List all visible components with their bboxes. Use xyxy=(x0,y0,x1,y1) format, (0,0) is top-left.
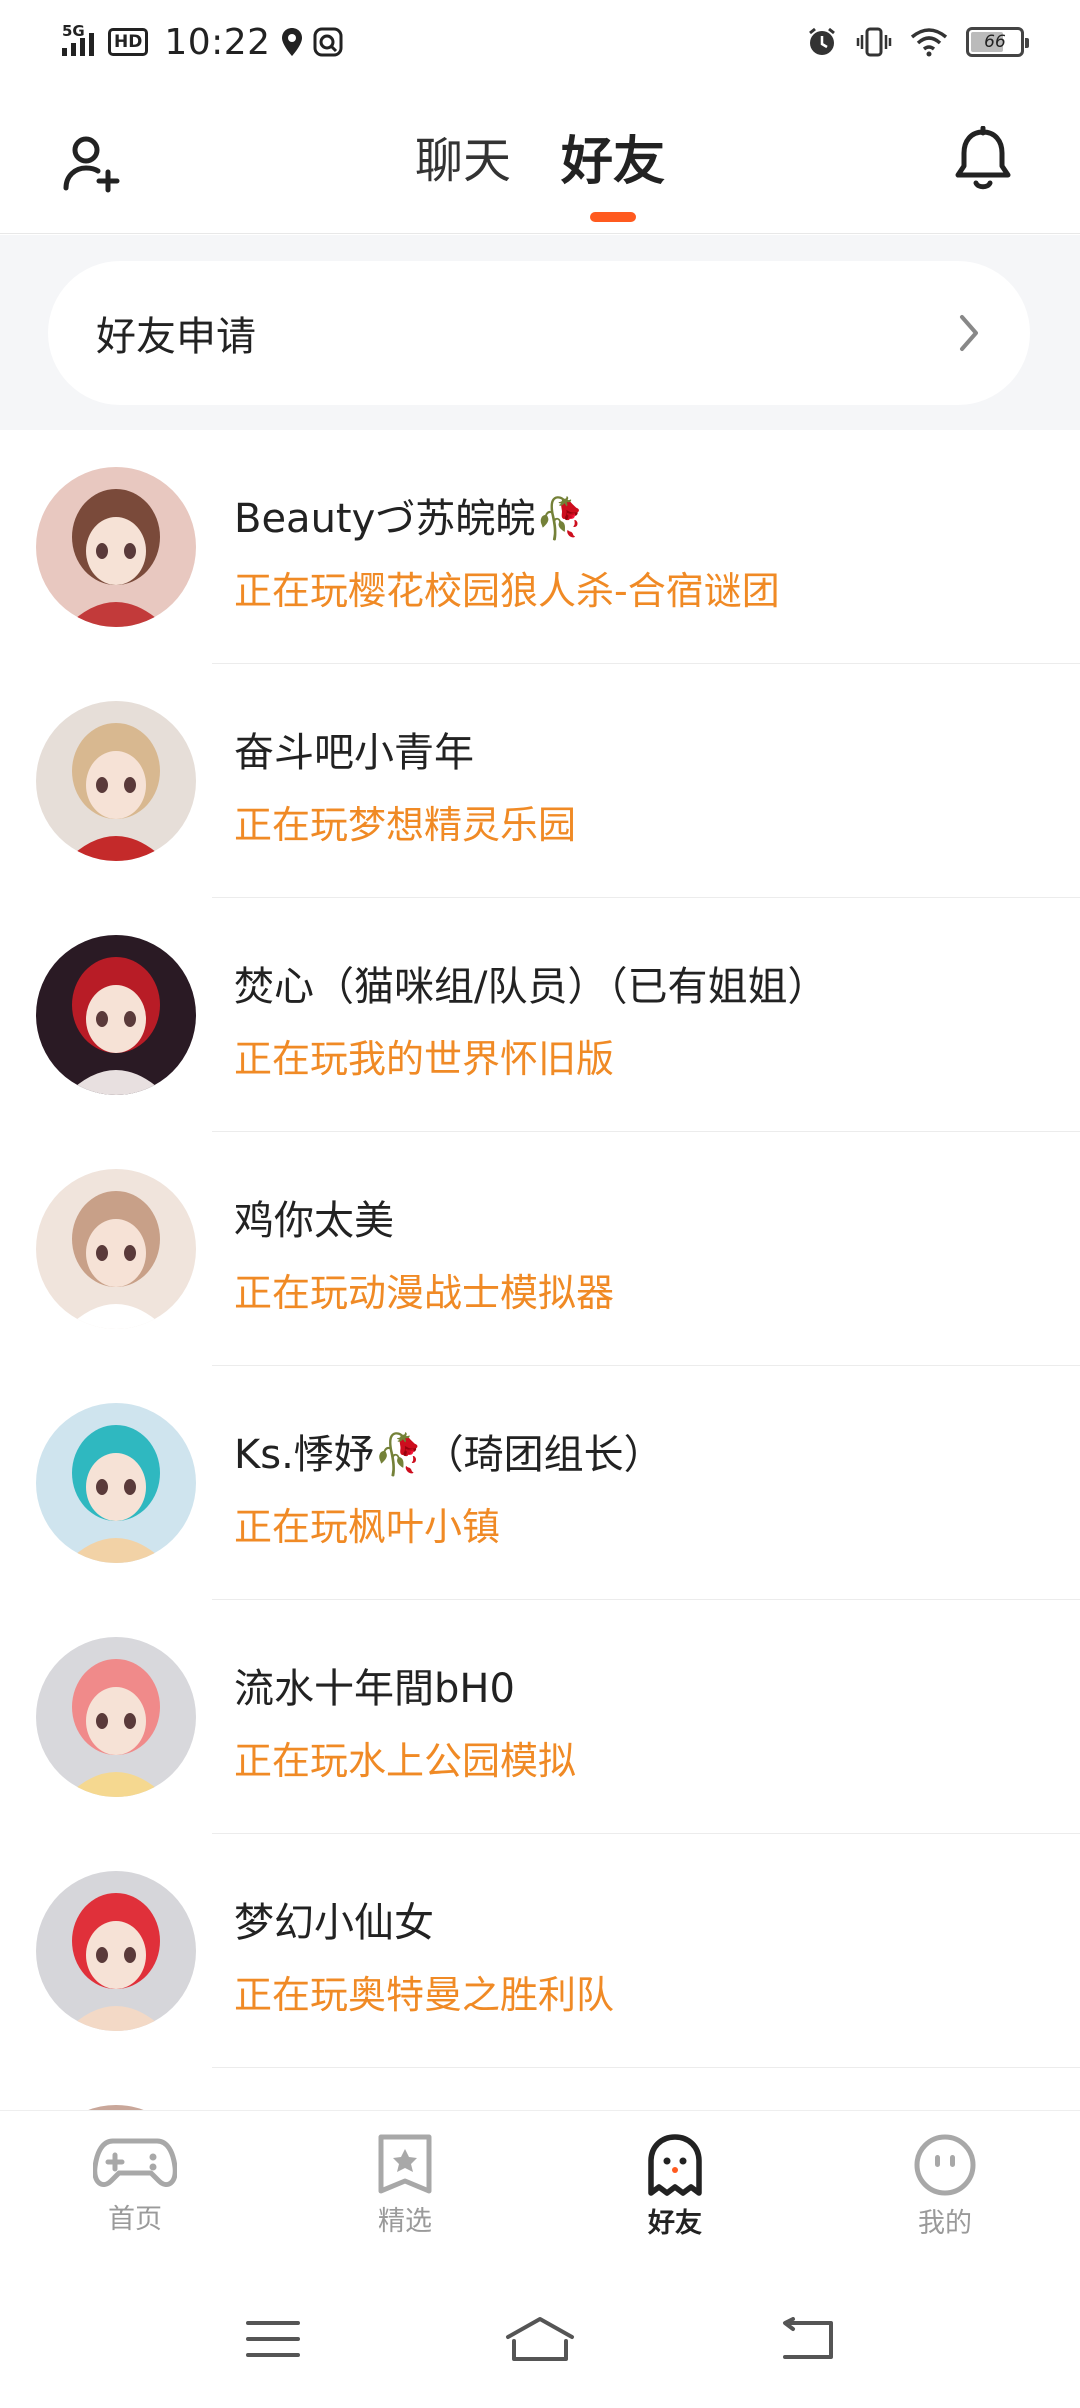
friend-name: 奋斗吧小青年 xyxy=(234,730,474,776)
nav-friends-label: 好友 xyxy=(644,2201,706,2246)
wifi-icon xyxy=(910,28,948,57)
location-icon xyxy=(281,28,302,56)
friend-status: 正在玩动漫战士模拟器 xyxy=(234,1271,615,1315)
friend-request-label: 好友申请 xyxy=(96,314,256,360)
system-nav xyxy=(0,2270,1080,2408)
clock: 10:22 xyxy=(164,21,271,63)
bottom-nav: 首页 精选 好友 我的 xyxy=(0,2110,1080,2270)
friend-row[interactable]: Ks.悸妤🥀（琦团组长） 正在玩枫叶小镇 xyxy=(0,1366,1080,1600)
nav-home[interactable]: 首页 xyxy=(0,2111,270,2270)
signal-icon: 5G xyxy=(62,22,94,56)
top-header: 聊天 好友 xyxy=(0,84,1080,234)
battery-level: 66 xyxy=(984,32,1006,52)
avatar[interactable] xyxy=(36,1403,196,1563)
friend-name: 鸡你太美 xyxy=(234,1198,394,1244)
avatar[interactable] xyxy=(36,1871,196,2031)
friend-request-section: 好友申请 xyxy=(0,235,1080,430)
nav-friends[interactable]: 好友 xyxy=(540,2111,810,2270)
avatar[interactable] xyxy=(36,935,196,1095)
notification-button[interactable] xyxy=(948,124,1018,194)
home-icon xyxy=(505,2317,574,2361)
friend-row[interactable]: 奋斗吧小青年正在玩梦想精灵乐园 xyxy=(0,664,1080,898)
system-home-button[interactable] xyxy=(495,2309,585,2369)
nav-home-label: 首页 xyxy=(108,2204,162,2235)
back-icon xyxy=(782,2317,833,2359)
nav-featured-label: 精选 xyxy=(378,2206,432,2237)
system-back-button[interactable] xyxy=(762,2309,852,2369)
friend-status: 正在玩水上公园模拟 xyxy=(234,1739,577,1783)
network-type: 5G xyxy=(62,22,85,40)
friend-list: Beautyづ苏皖皖🥀 正在玩樱花校园狼人杀-合宿谜团 奋斗吧小青年正在玩梦想精灵乐… xyxy=(0,430,1080,2068)
friend-request-button[interactable]: 好友申请 xyxy=(48,261,1030,405)
vibrate-icon xyxy=(856,27,892,57)
friend-status: 正在玩樱花校园狼人杀-合宿谜团 xyxy=(234,569,780,613)
hd-badge: HD xyxy=(108,28,149,56)
friend-name: 流水十年間bH0 xyxy=(234,1666,515,1712)
gamepad-icon xyxy=(93,2138,177,2187)
friend-status: 正在玩梦想精灵乐园 xyxy=(234,803,577,847)
avatar[interactable] xyxy=(36,467,196,627)
friend-name: Ks.悸妤🥀（琦团组长） xyxy=(234,1432,664,1478)
chevron-right-icon xyxy=(960,315,978,351)
bell-icon xyxy=(955,126,1011,190)
battery-icon: 66 xyxy=(966,27,1029,57)
tab-chat[interactable]: 聊天 xyxy=(415,124,511,200)
friend-name: 梦幻小仙女 xyxy=(234,1900,434,1946)
friend-name: Beautyづ苏皖皖🥀 xyxy=(234,496,586,542)
tab-friends[interactable]: 好友 xyxy=(561,124,665,200)
system-menu-button[interactable] xyxy=(228,2309,318,2369)
avatar[interactable] xyxy=(36,1169,196,1329)
nav-me-label: 我的 xyxy=(918,2208,972,2239)
app-notification-icon xyxy=(313,27,343,57)
friend-name: 焚心（猫咪组/队员）（已有姐姐） xyxy=(234,964,828,1010)
friend-status: 正在玩奥特曼之胜利队 xyxy=(234,1973,615,2017)
avatar[interactable] xyxy=(36,701,196,861)
status-right: 66 xyxy=(806,26,1029,58)
divider xyxy=(212,2067,1080,2068)
nav-featured[interactable]: 精选 xyxy=(270,2111,540,2270)
ghost-icon xyxy=(648,2134,702,2196)
friend-status: 正在玩我的世界怀旧版 xyxy=(234,1037,615,1081)
top-tabs: 聊天 好友 xyxy=(0,124,1080,200)
alarm-icon xyxy=(809,27,835,55)
status-left: 5G HD 10:22 xyxy=(62,22,343,63)
status-bar: 5G HD 10:22 66 xyxy=(0,0,1080,84)
friend-row[interactable]: 梦幻小仙女正在玩奥特曼之胜利队 xyxy=(0,1834,1080,2068)
avatar[interactable] xyxy=(36,1637,196,1797)
friend-row[interactable]: 焚心（猫咪组/队员）（已有姐姐） 正在玩我的世界怀旧版 xyxy=(0,898,1080,1132)
friend-status: 正在玩枫叶小镇 xyxy=(234,1505,501,1549)
face-icon xyxy=(914,2134,976,2196)
friend-row[interactable]: 鸡你太美正在玩动漫战士模拟器 xyxy=(0,1132,1080,1366)
friend-row[interactable]: Beautyづ苏皖皖🥀 正在玩樱花校园狼人杀-合宿谜团 xyxy=(0,430,1080,664)
star-bookmark-icon xyxy=(378,2134,432,2194)
nav-me[interactable]: 我的 xyxy=(810,2111,1080,2270)
menu-icon xyxy=(246,2321,301,2357)
friend-row[interactable]: 流水十年間bH0 正在玩水上公园模拟 xyxy=(0,1600,1080,1834)
